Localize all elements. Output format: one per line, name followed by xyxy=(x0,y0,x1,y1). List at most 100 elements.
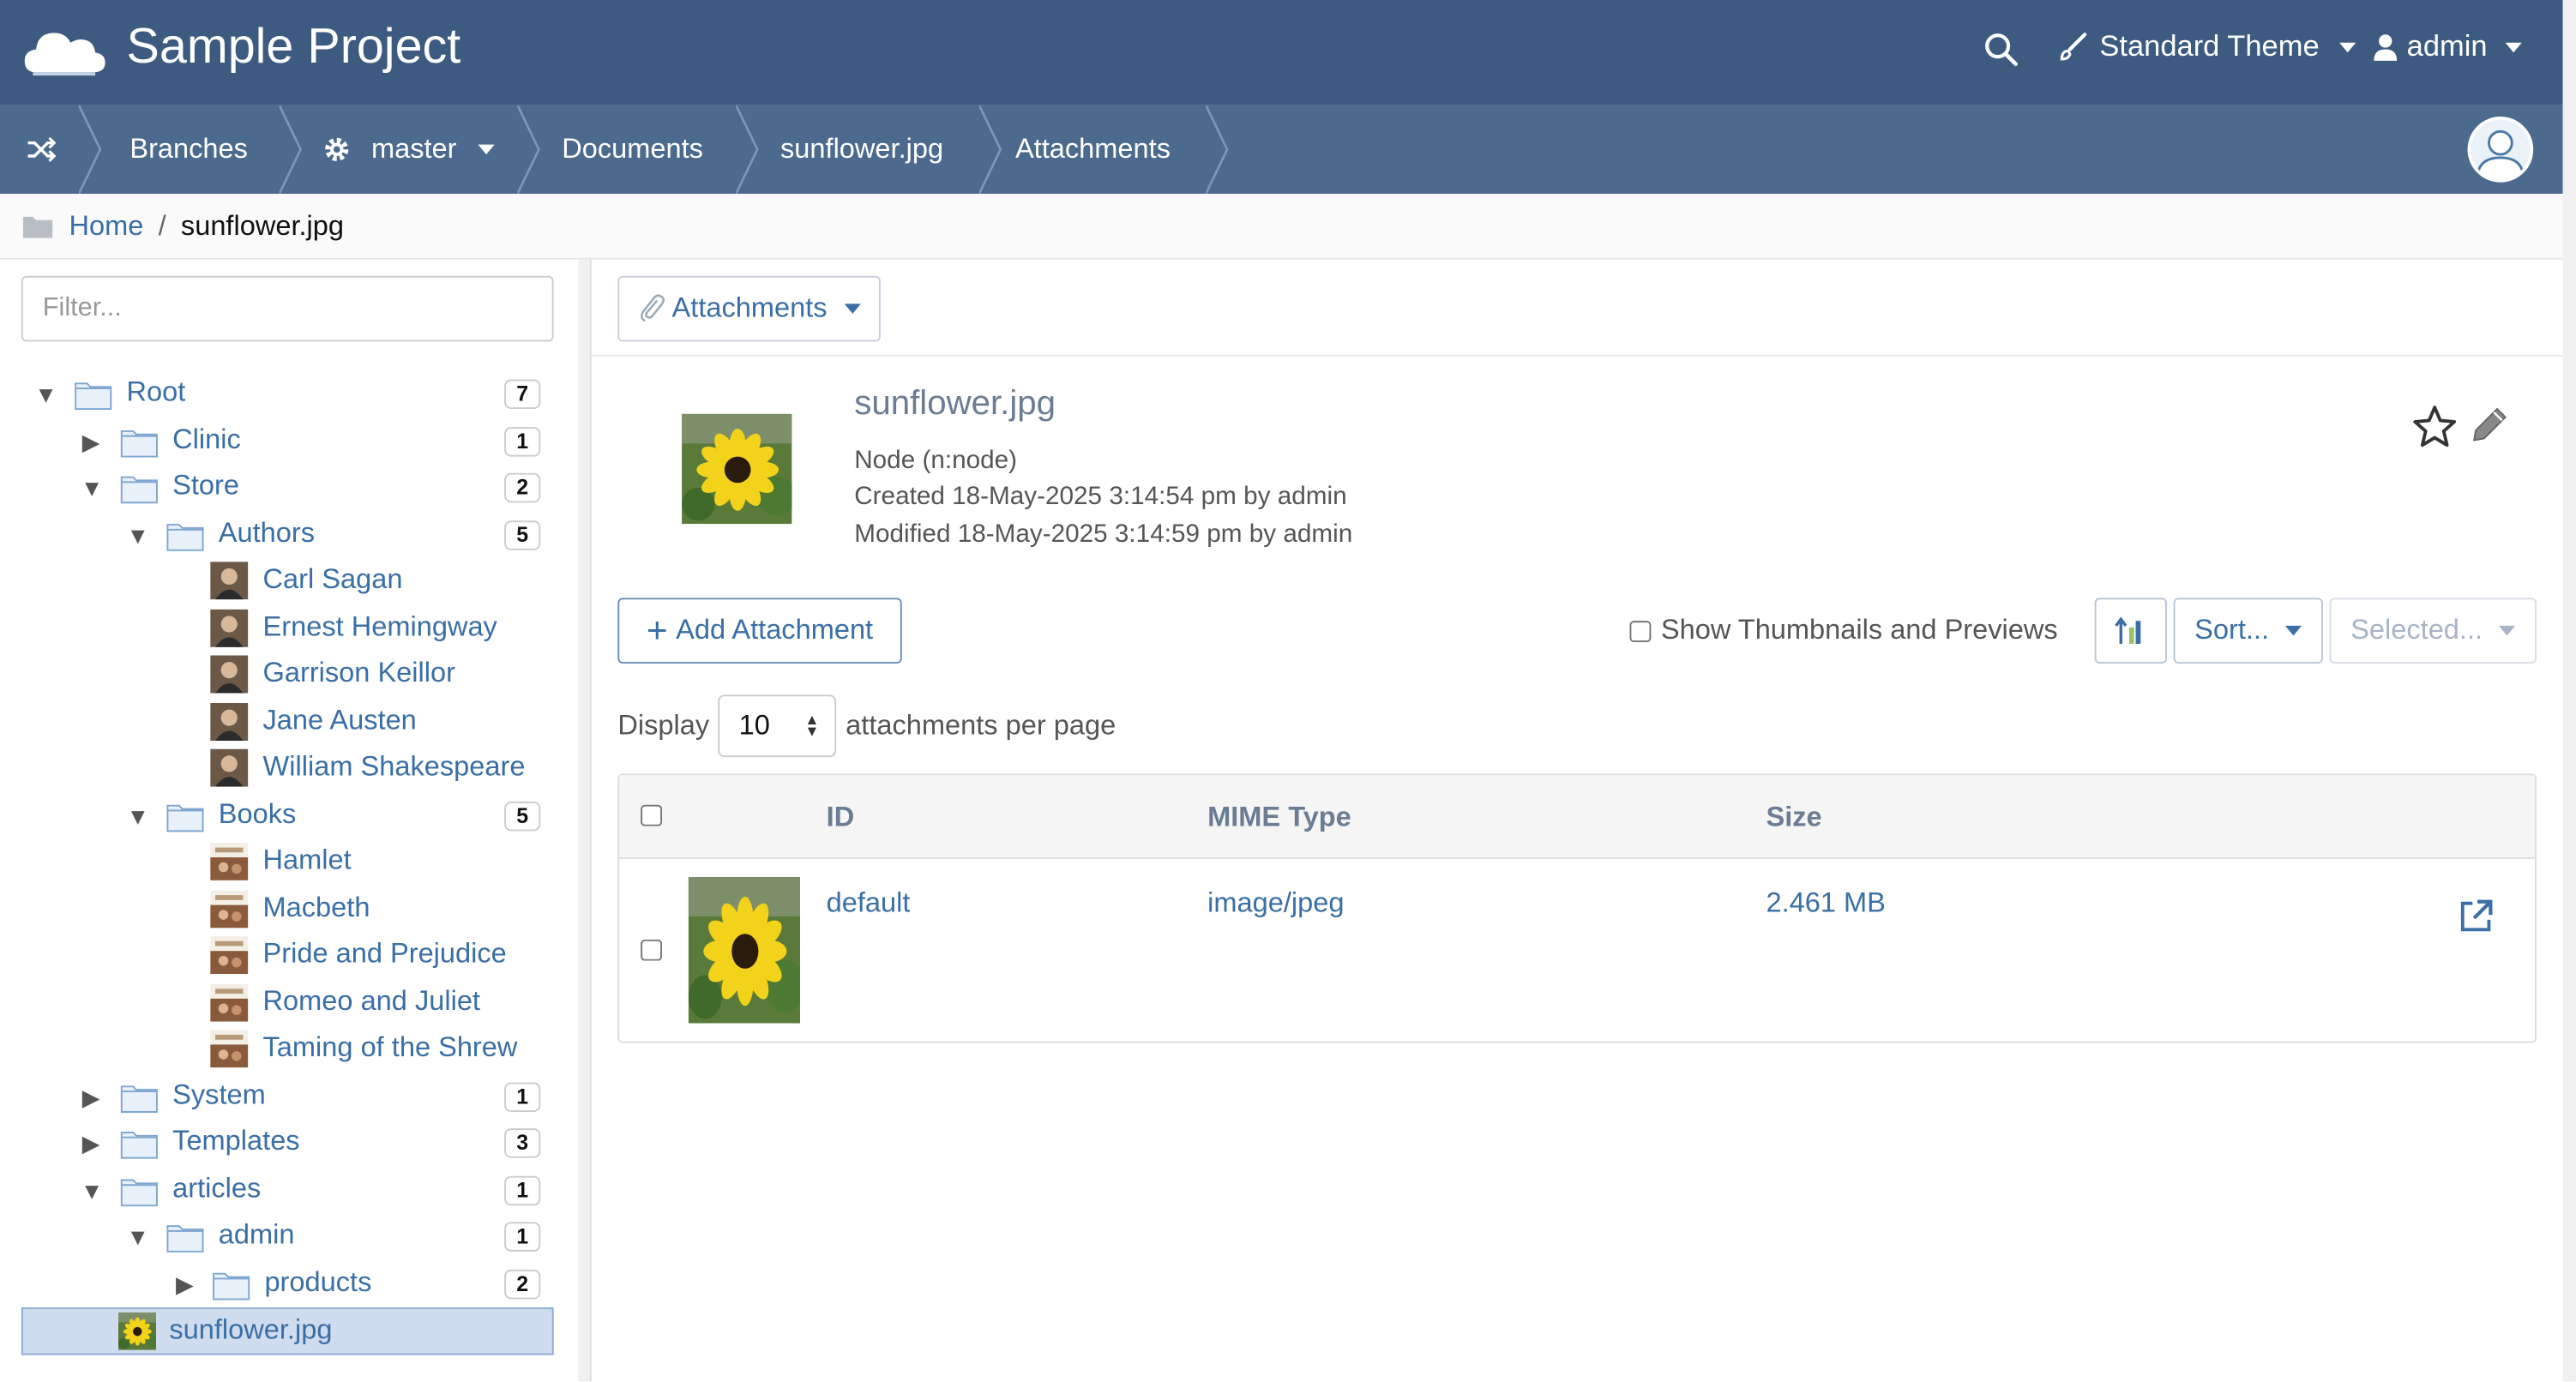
tree-node-pride-and-prejudice[interactable]: Pride and Prejudice xyxy=(0,933,578,980)
attachments-dropdown[interactable]: Attachments xyxy=(617,275,881,342)
tree-node-carl-sagan[interactable]: Carl Sagan xyxy=(0,558,578,605)
add-attachment-button[interactable]: + Add Attachment xyxy=(617,598,902,664)
sidebar-resize-handle[interactable] xyxy=(578,259,592,1382)
expanded-arrow-icon[interactable]: ▼ xyxy=(81,477,104,500)
column-header-mime[interactable]: MIME Type xyxy=(1207,802,1351,834)
tree-node-label: Garrison Keillor xyxy=(262,657,455,688)
select-all-checkbox[interactable] xyxy=(641,804,663,826)
tree-filter-input[interactable] xyxy=(21,275,554,342)
per-page-select[interactable]: 10 ▲ ▼ xyxy=(717,694,836,758)
tree-node-root[interactable]: ▼ Root 7 xyxy=(0,371,578,418)
folder-icon xyxy=(120,426,159,457)
user-label: admin xyxy=(2406,29,2488,63)
tree-node-william-shakespeare[interactable]: William Shakespeare xyxy=(0,746,578,793)
crumb-branches[interactable]: Branches xyxy=(129,105,248,194)
column-header-id[interactable]: ID xyxy=(827,802,855,834)
selected-actions-dropdown[interactable]: Selected... xyxy=(2329,598,2537,664)
tree-node-sunflower[interactable]: sunflower.jpg xyxy=(21,1307,554,1355)
tree-node-store[interactable]: ▼ Store 2 xyxy=(0,465,578,512)
expanded-arrow-icon[interactable]: ▼ xyxy=(127,804,150,827)
tree-node-taming-of-the-shrew[interactable]: Taming of the Shrew xyxy=(0,1026,578,1073)
tree-node-romeo-and-juliet[interactable]: Romeo and Juliet xyxy=(0,980,578,1027)
star-icon[interactable] xyxy=(2411,404,2458,450)
child-count-badge: 5 xyxy=(504,520,541,550)
tree-node-jane-austen[interactable]: Jane Austen xyxy=(0,699,578,746)
expanded-arrow-icon[interactable]: ▼ xyxy=(34,382,57,406)
expanded-arrow-icon[interactable]: ▼ xyxy=(127,1225,150,1248)
sort-direction-button[interactable] xyxy=(2094,598,2167,664)
book-cover-thumbnail xyxy=(210,889,248,927)
author-portrait-thumbnail xyxy=(210,702,248,740)
book-cover-thumbnail xyxy=(210,936,248,974)
pencil-icon[interactable] xyxy=(2468,404,2511,447)
app-title[interactable]: Sample Project xyxy=(127,20,461,75)
sort-dropdown[interactable]: Sort... xyxy=(2173,598,2323,664)
breadcrumb-home-link[interactable]: Home xyxy=(69,209,143,242)
user-dropdown[interactable]: admin xyxy=(2372,29,2522,63)
folder-icon xyxy=(120,473,159,504)
tree-node-system[interactable]: ▶ System 1 xyxy=(0,1073,578,1121)
collapsed-arrow-icon[interactable]: ▶ xyxy=(176,1272,199,1295)
crumb-attachments[interactable]: Attachments xyxy=(1015,105,1171,194)
book-cover-thumbnail xyxy=(210,843,248,880)
tree-node-admin[interactable]: ▼ admin 1 xyxy=(0,1214,578,1261)
tree-node-label: articles xyxy=(172,1171,262,1204)
crumb-divider xyxy=(279,105,303,195)
collapsed-arrow-icon[interactable]: ▶ xyxy=(82,430,105,453)
user-avatar[interactable] xyxy=(2467,117,2534,183)
show-thumbnails-checkbox[interactable] xyxy=(1629,620,1652,642)
show-thumbnails-toggle[interactable]: Show Thumbnails and Previews xyxy=(1629,615,2058,647)
child-count-badge: 7 xyxy=(504,379,541,410)
page-scrollbar[interactable] xyxy=(2562,0,2576,1382)
tree-node-macbeth[interactable]: Macbeth xyxy=(0,886,578,934)
crumb-divider xyxy=(978,105,1002,195)
attachment-size: 2.461 MB xyxy=(1766,886,1886,918)
table-header: ID MIME Type Size xyxy=(619,775,2536,859)
crumb-document[interactable]: sunflower.jpg xyxy=(780,105,943,194)
folder-icon xyxy=(74,380,113,411)
expanded-arrow-icon[interactable]: ▼ xyxy=(127,523,150,546)
folder-icon xyxy=(166,520,205,550)
tree-node-books[interactable]: ▼ Books 5 xyxy=(0,792,578,839)
row-select-checkbox[interactable] xyxy=(641,939,663,961)
attachment-thumbnail[interactable] xyxy=(689,877,800,1024)
cloud-logo-icon[interactable] xyxy=(23,20,105,86)
avatar-icon xyxy=(2476,129,2525,179)
document-modified: Modified 18-May-2025 3:14:59 pm by admin xyxy=(854,520,1353,549)
shuffle-icon[interactable] xyxy=(25,133,57,165)
selected-label: Selected... xyxy=(2350,614,2483,646)
crumb-documents[interactable]: Documents xyxy=(562,105,703,194)
breadcrumb-separator: / xyxy=(158,209,166,241)
crumb-branch-master[interactable]: master xyxy=(322,105,495,194)
expanded-arrow-icon[interactable]: ▼ xyxy=(81,1179,104,1202)
chevron-down-icon xyxy=(2505,41,2522,52)
tree-node-templates[interactable]: ▶ Templates 3 xyxy=(0,1121,578,1168)
sidebar: ▼ Root 7 ▶ Clinic 1 ▼ Store 2 ▼ xyxy=(0,259,579,1382)
breadcrumb-current: sunflower.jpg xyxy=(180,209,345,241)
theme-label: Standard Theme xyxy=(2099,29,2320,63)
theme-dropdown[interactable]: Standard Theme xyxy=(2057,29,2356,63)
tree-node-ernest-hemingway[interactable]: Ernest Hemingway xyxy=(0,605,578,652)
collapsed-arrow-icon[interactable]: ▶ xyxy=(82,1132,105,1155)
attachment-id[interactable]: default xyxy=(827,887,911,920)
tree-node-label: Pride and Prejudice xyxy=(262,937,507,970)
sort-amount-icon xyxy=(2115,616,2141,644)
book-cover-thumbnail xyxy=(210,1030,248,1067)
author-portrait-thumbnail xyxy=(210,655,248,693)
search-icon[interactable] xyxy=(1981,29,2020,69)
child-count-badge: 1 xyxy=(504,1222,541,1252)
child-count-badge: 5 xyxy=(504,800,541,831)
document-thumbnail[interactable] xyxy=(682,414,791,524)
tree-node-articles[interactable]: ▼ articles 1 xyxy=(0,1167,578,1214)
tree-node-clinic[interactable]: ▶ Clinic 1 xyxy=(0,418,578,466)
tree-node-garrison-keillor[interactable]: Garrison Keillor xyxy=(0,652,578,700)
open-external-icon[interactable] xyxy=(2456,897,2495,936)
column-header-size[interactable]: Size xyxy=(1766,802,1821,834)
collapsed-arrow-icon[interactable]: ▶ xyxy=(82,1085,105,1108)
crumb-divider xyxy=(1206,105,1229,195)
tree-node-authors[interactable]: ▼ Authors 5 xyxy=(0,512,578,559)
chevron-down-icon xyxy=(478,144,495,155)
tree-node-products[interactable]: ▶ products 2 xyxy=(0,1260,578,1307)
tree-node-label: Taming of the Shrew xyxy=(262,1031,518,1063)
tree-node-hamlet[interactable]: Hamlet xyxy=(0,839,578,886)
